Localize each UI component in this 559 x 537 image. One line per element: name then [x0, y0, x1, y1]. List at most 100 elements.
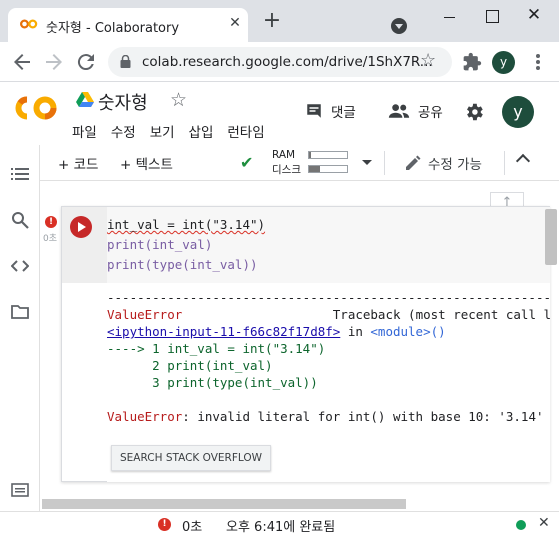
forward-arrow-icon[interactable] [42, 50, 66, 74]
toolbar-divider [504, 151, 505, 175]
cell-error-icon: ! [45, 216, 57, 228]
maximize-icon[interactable] [478, 8, 506, 26]
connected-check-icon: ✔ [240, 153, 254, 172]
code-editor[interactable]: int_val = int("3.14") print(int_val)print… [107, 207, 550, 283]
traceback-spacer [182, 307, 333, 322]
tab-close-icon[interactable]: ✕ [226, 14, 244, 32]
notebook-area: ! 0초 ↑ int_val = int("3.14") print(int_va… [41, 182, 559, 511]
status-completion: 오후 6:41에 완료됨 [226, 520, 336, 535]
google-drive-icon [76, 92, 94, 107]
chevron-up-icon[interactable] [515, 153, 531, 169]
settings-gear-icon[interactable] [463, 101, 485, 123]
back-arrow-icon[interactable] [10, 50, 34, 74]
add-text-button[interactable]: + 텍스트 [120, 153, 173, 173]
people-icon [388, 104, 410, 118]
status-exec-time: 0초 [182, 520, 203, 535]
lock-icon[interactable] [120, 55, 131, 68]
edit-mode-button[interactable]: 수정 가능 [428, 153, 482, 173]
traceback-header: Traceback (most recent call last) [332, 307, 550, 322]
new-tab-button[interactable]: + [262, 10, 282, 32]
disk-usage-bar[interactable] [308, 165, 348, 173]
error-label: ValueError [107, 409, 183, 424]
notebook-title[interactable]: 숫자형 [98, 89, 148, 115]
traceback-line-2: 2 print(int_val) [107, 358, 273, 373]
cell-gutter [62, 207, 107, 283]
window-close-icon[interactable]: ✕ [520, 5, 548, 25]
account-avatar[interactable]: y [502, 96, 534, 128]
ram-usage-fill [309, 152, 311, 158]
menu-bar: 파일 수정 보기 삽입 런타임 [72, 121, 265, 141]
menu-item-runtime[interactable]: 런타임 [227, 121, 264, 141]
runtime-dropdown-icon[interactable] [362, 160, 372, 165]
menu-item-file[interactable]: 파일 [72, 121, 97, 141]
code-line: print(type(int_val)) [107, 257, 258, 272]
error-message: : invalid literal for int() with base 10… [182, 409, 544, 424]
share-label: 공유 [418, 105, 443, 121]
status-bar: ! 0초 오후 6:41에 완료됨 ✕ [0, 511, 559, 537]
terminal-icon[interactable] [11, 481, 29, 499]
colab-logo-icon[interactable] [14, 93, 58, 123]
comment-icon [307, 104, 321, 118]
module-parens: () [430, 324, 446, 339]
comment-button[interactable]: 댓글 [305, 101, 356, 121]
status-close-icon[interactable]: ✕ [538, 515, 550, 531]
vertical-scrollbar[interactable] [545, 209, 557, 265]
module-text: <module> [370, 324, 431, 339]
minimize-icon[interactable] [436, 8, 464, 26]
run-cell-button[interactable] [70, 216, 92, 238]
cell-exec-time: 0초 [43, 234, 58, 244]
profile-avatar[interactable]: y [492, 51, 515, 74]
colab-favicon-icon [20, 19, 38, 29]
code-cell[interactable]: int_val = int("3.14") print(int_val)print… [61, 206, 550, 482]
share-button[interactable]: 공유 [388, 101, 443, 121]
traceback-arrow-line: ----> 1 int_val = int("3.14") [107, 341, 326, 356]
folder-icon[interactable] [11, 303, 29, 321]
browser-toolbar: colab.research.google.com/drive/1ShX7R..… [0, 42, 559, 82]
table-of-contents-icon[interactable] [11, 165, 29, 183]
extensions-puzzle-icon[interactable] [462, 52, 482, 72]
star-notebook-icon[interactable]: ☆ [170, 89, 187, 111]
horizontal-scrollbar[interactable] [42, 499, 406, 509]
code-text[interactable]: int_val = int("3.14") print(int_val)print… [107, 215, 265, 275]
tab-title: 숫자형 - Colaboratory [46, 21, 180, 36]
status-error-icon: ! [158, 518, 171, 531]
search-icon[interactable] [11, 211, 29, 229]
cell-output: ----------------------------------------… [107, 283, 550, 482]
error-message-line: ValueError: invalid literal for int() wi… [107, 408, 550, 425]
code-snippets-icon[interactable] [11, 257, 29, 275]
reload-icon[interactable] [74, 50, 98, 74]
search-stack-overflow-button[interactable]: SEARCH STACK OVERFLOW [111, 445, 271, 471]
pencil-icon [406, 155, 421, 170]
tab-search-icon[interactable] [391, 18, 407, 34]
browser-titlebar: 숫자형 - Colaboratory ✕ + ✕ [0, 0, 559, 42]
in-text: in [340, 324, 371, 339]
add-code-button[interactable]: + 코드 [58, 153, 98, 173]
disk-usage-fill [309, 166, 321, 172]
ram-label: RAM [272, 149, 296, 161]
bookmark-star-icon[interactable]: ☆ [420, 50, 436, 71]
code-line: int_val = int("3.14") [107, 217, 266, 232]
traceback-line-3: 3 print(type(int_val)) [107, 375, 318, 390]
disk-label: 디스크 [272, 164, 301, 176]
notebook-toolbar: + 코드 + 텍스트 ✔ RAM 디스크 수정 가능 [40, 145, 559, 181]
menu-item-insert[interactable]: 삽입 [189, 121, 214, 141]
menu-item-edit[interactable]: 수정 [111, 121, 136, 141]
address-bar[interactable]: colab.research.google.com/drive/1ShX7R..… [108, 47, 452, 77]
comment-label: 댓글 [331, 105, 356, 121]
browser-tab[interactable]: 숫자형 - Colaboratory ✕ [8, 8, 248, 42]
browser-menu-icon[interactable] [528, 52, 548, 72]
connected-status-icon [516, 520, 526, 530]
left-sidebar [0, 145, 40, 511]
menu-item-view[interactable]: 보기 [150, 121, 175, 141]
ipython-input-link[interactable]: <ipython-input-11-f66c82f17d8f> [107, 324, 340, 339]
error-name: ValueError [107, 307, 183, 322]
toolbar-divider [384, 151, 385, 175]
colab-header: 숫자형 ☆ 파일 수정 보기 삽입 런타임 댓글 공유 y [0, 83, 559, 145]
code-line: print(int_val) [107, 237, 213, 252]
ram-usage-bar[interactable] [308, 151, 348, 159]
url-text: colab.research.google.com/drive/1ShX7R..… [142, 54, 433, 70]
traceback-output: ----------------------------------------… [107, 289, 550, 425]
traceback-header-line: ValueError Traceback (most recent call l… [107, 306, 550, 323]
traceback-location-line: <ipython-input-11-f66c82f17d8f> in <modu… [107, 323, 550, 340]
